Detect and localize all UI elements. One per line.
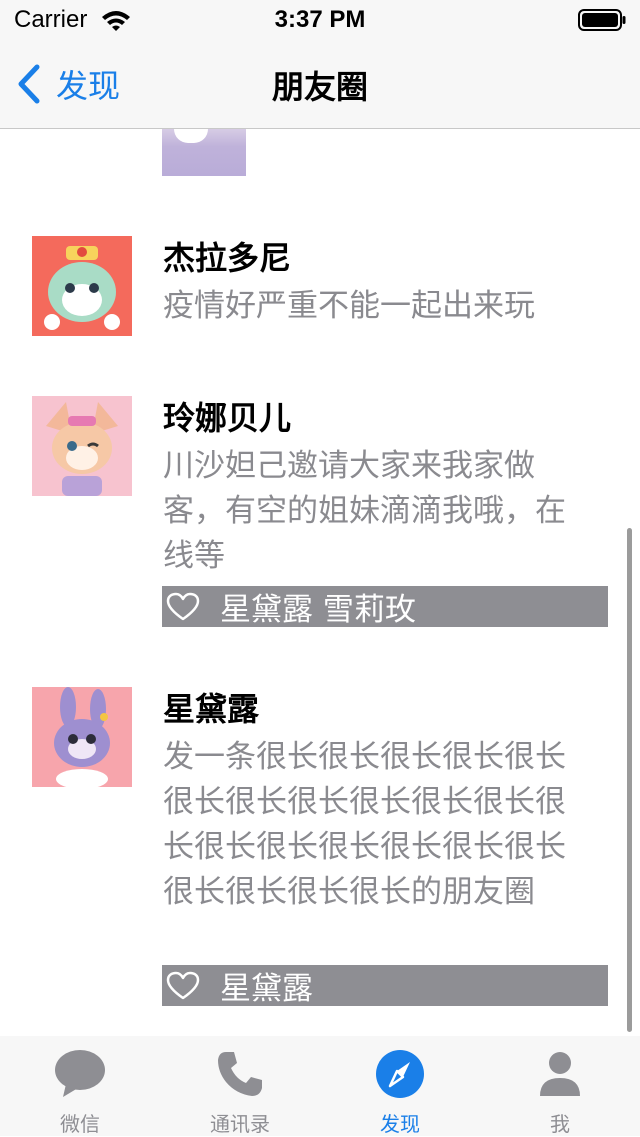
avatar[interactable] xyxy=(32,687,132,787)
tab-wechat[interactable]: 微信 xyxy=(0,1036,160,1136)
tab-label: 微信 xyxy=(60,1112,100,1136)
tab-label: 我 xyxy=(550,1112,570,1136)
avatar[interactable] xyxy=(32,236,132,336)
heart-icon[interactable] xyxy=(166,592,200,622)
tab-discover[interactable]: 发现 xyxy=(320,1036,480,1136)
post-author-name: 杰拉多尼 xyxy=(163,239,292,277)
tab-contacts[interactable]: 通讯录 xyxy=(160,1036,320,1136)
scroll-indicator[interactable] xyxy=(627,528,632,1032)
compass-icon xyxy=(376,1050,424,1098)
likes-names: 星黛露 雪莉玫 xyxy=(220,592,416,628)
moments-feed[interactable]: 杰拉多尼 疫情好严重不能一起出来玩 玲娜贝儿 川沙妲己邀请大家来我家做客，有空的… xyxy=(0,129,640,1036)
likes-names: 星黛露 xyxy=(220,971,313,1007)
person-icon xyxy=(540,1052,580,1096)
chat-bubble-icon xyxy=(55,1050,105,1097)
battery-icon xyxy=(578,9,626,31)
status-time: 3:37 PM xyxy=(274,6,366,33)
likes-bar: 星黛露 雪莉玫 xyxy=(162,586,608,628)
page-title: 朋友圈 xyxy=(271,68,368,106)
tab-label: 通讯录 xyxy=(210,1112,270,1136)
heart-icon[interactable] xyxy=(166,971,200,1001)
fox-avatar-icon xyxy=(32,396,132,496)
tab-me[interactable]: 我 xyxy=(480,1036,640,1136)
phone-icon xyxy=(218,1052,262,1096)
post-text: 川沙妲己邀请大家来我家做客，有空的姐妹滴滴我哦，在线等 xyxy=(163,448,566,574)
post-author-name: 星黛露 xyxy=(163,690,260,728)
tab-label: 发现 xyxy=(380,1112,420,1136)
post-author-name: 玲娜贝儿 xyxy=(163,399,292,437)
post-text: 发一条很长很长很长很长很长很长很长很长很长很长很长很长很长很长很长很长很长很长很… xyxy=(163,739,566,910)
post-text: 疫情好严重不能一起出来玩 xyxy=(163,288,535,324)
fox-avatar-icon xyxy=(32,236,132,336)
likes-bar: 星黛露 xyxy=(162,965,608,1007)
navigation-bar: 发现 朋友圈 xyxy=(0,40,640,129)
status-bar: Carrier 3:37 PM xyxy=(0,0,640,40)
post-image[interactable] xyxy=(162,129,246,176)
tab-bar: 微信 通讯录 发现 我 xyxy=(0,1036,640,1136)
bunny-avatar-icon xyxy=(32,687,132,787)
avatar[interactable] xyxy=(32,396,132,496)
